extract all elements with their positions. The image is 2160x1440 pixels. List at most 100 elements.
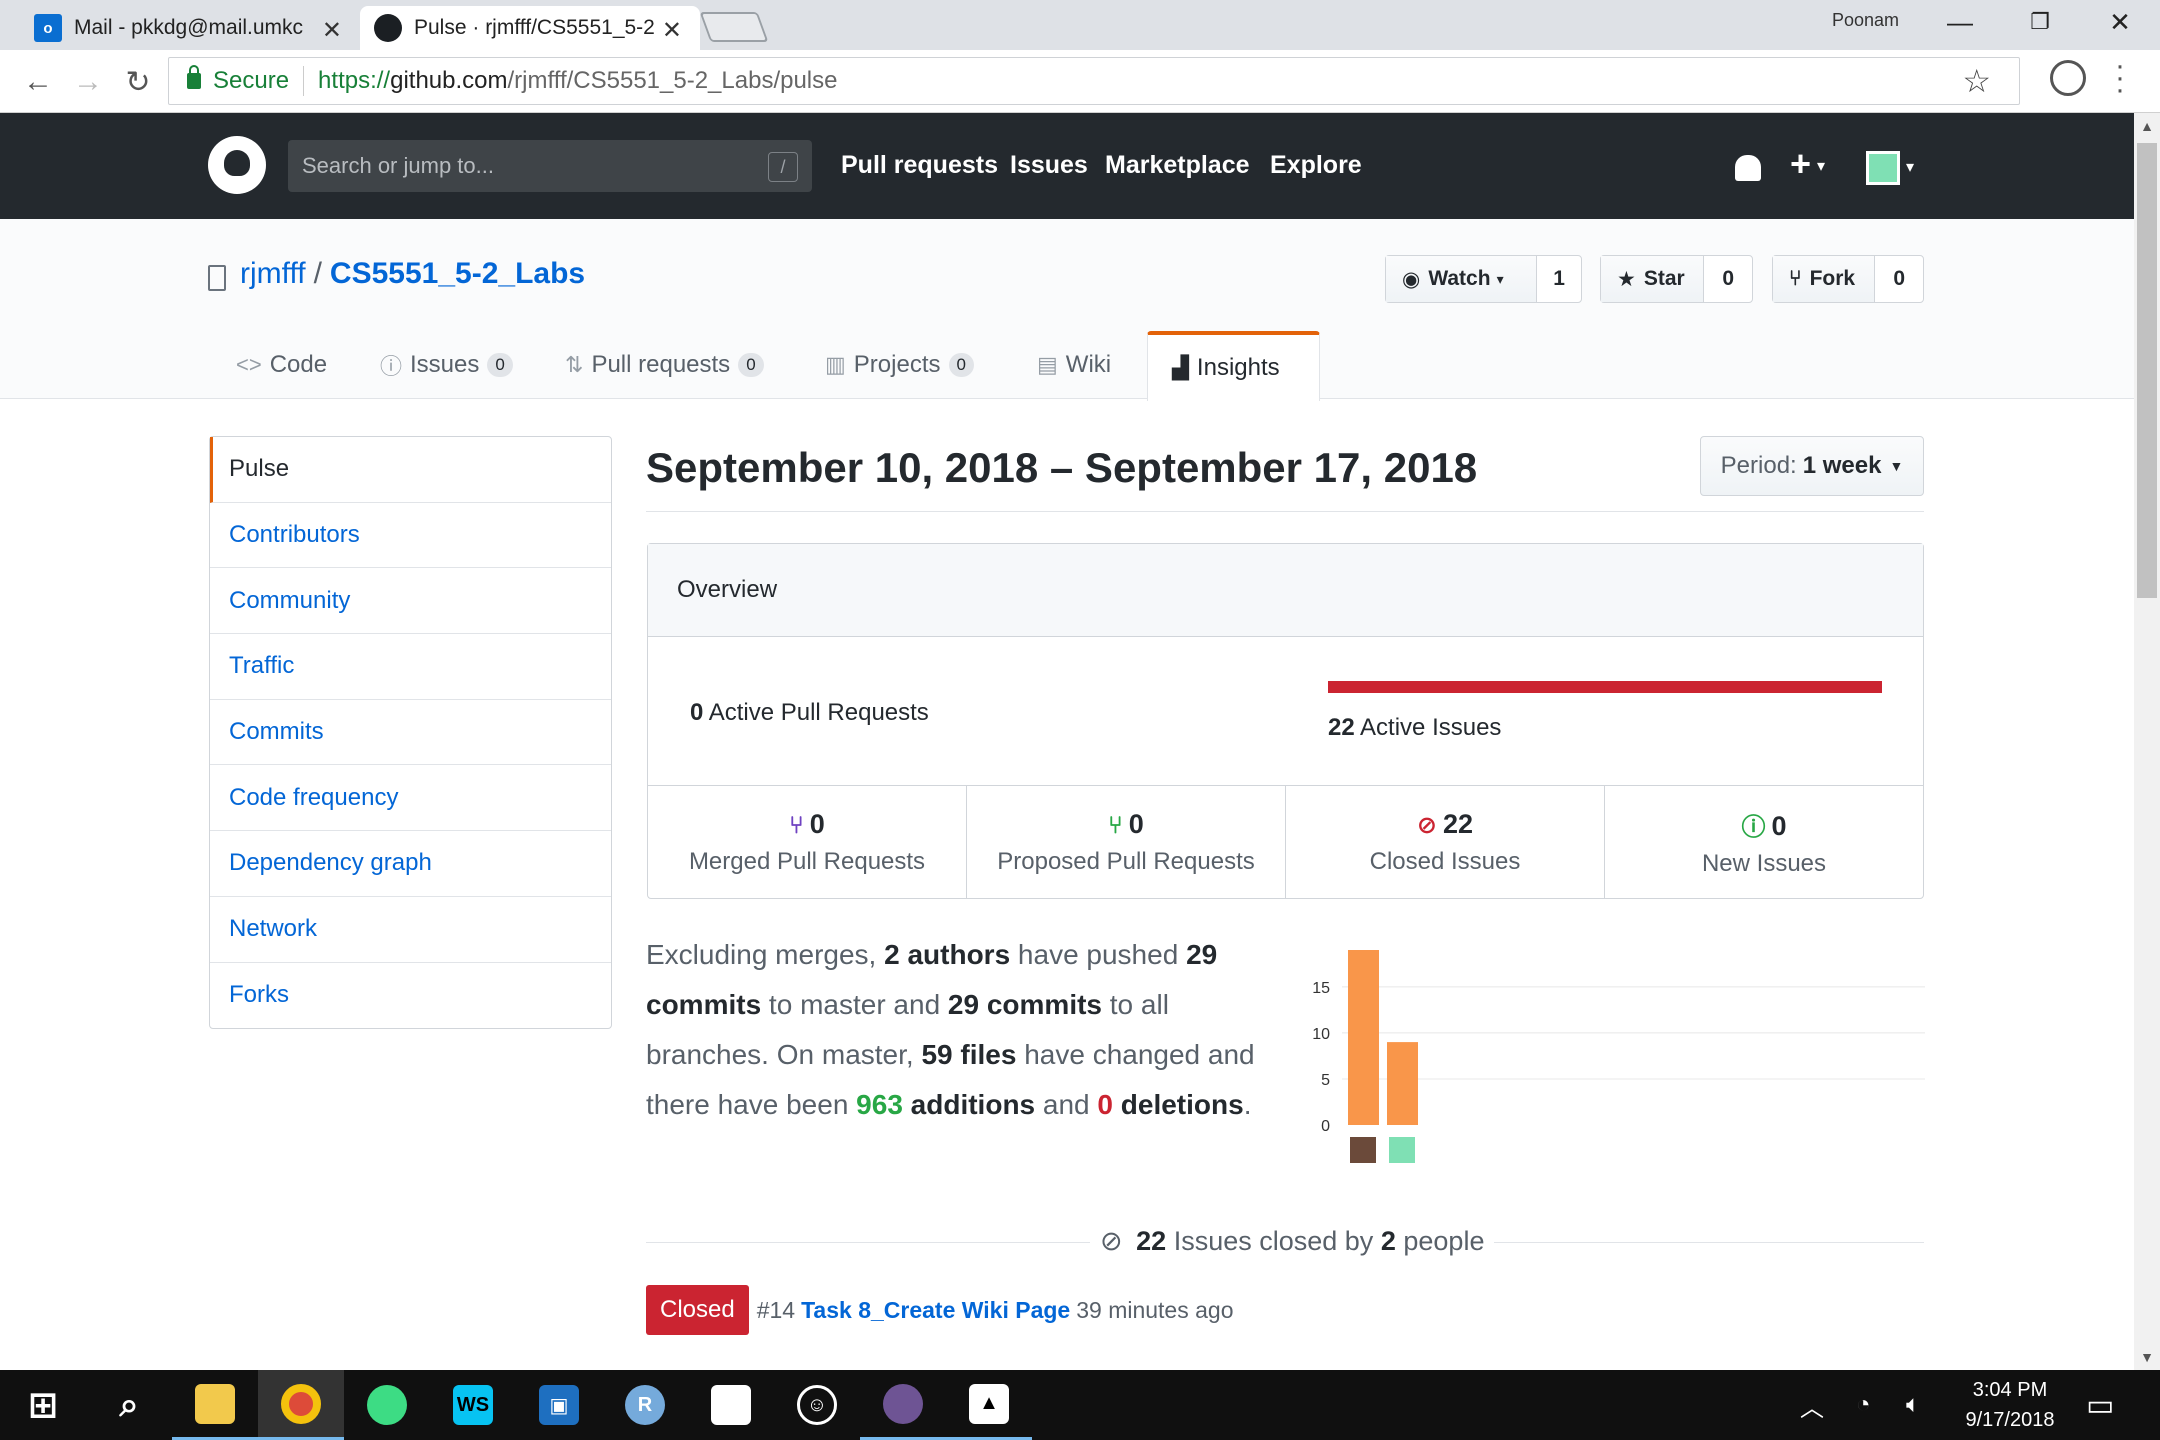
active-issues[interactable]: 22 Active Issues: [1328, 714, 1501, 742]
bell-icon[interactable]: [1735, 155, 1761, 181]
taskbar-rstudio[interactable]: R: [602, 1370, 688, 1440]
tab-label: Insights: [1196, 354, 1280, 381]
stat-merged-prs[interactable]: ⑂ 0 Merged Pull Requests: [648, 786, 967, 899]
back-arrow-icon[interactable]: ←: [18, 62, 58, 102]
taskbar-app[interactable]: ▣: [516, 1370, 602, 1440]
scrollbar-thumb[interactable]: [2137, 143, 2157, 598]
stat-new-issues[interactable]: ⓘ 0 New Issues: [1605, 786, 1923, 899]
minimize-button[interactable]: —: [1930, 2, 1990, 42]
tab-code[interactable]: <> Code: [236, 331, 327, 399]
watch-button[interactable]: ◉ Watch ▾: [1386, 256, 1538, 302]
scroll-down-arrow-icon[interactable]: ▼: [2134, 1344, 2160, 1370]
star-button[interactable]: ★ Star: [1601, 256, 1705, 302]
plus-icon: +: [1790, 143, 1812, 184]
sidebar-item-community[interactable]: Community: [210, 568, 611, 635]
nav-issues[interactable]: Issues: [1010, 151, 1088, 180]
tab-pull-requests[interactable]: ⇅ Pull requests 0: [565, 331, 764, 399]
address-bar[interactable]: Secure https://github.com/rjmfff/CS5551_…: [168, 57, 2020, 105]
wifi-icon[interactable]: ◔: [1856, 1370, 1871, 1440]
tab-counter: 0: [738, 353, 764, 377]
taskbar-search[interactable]: ⌕: [86, 1370, 172, 1440]
sidebar-item-traffic[interactable]: Traffic: [210, 634, 611, 700]
search-input[interactable]: [288, 140, 728, 192]
app-icon: ▣: [539, 1385, 579, 1425]
close-icon[interactable]: ✕: [322, 16, 342, 45]
overview-title: Overview: [648, 544, 1923, 637]
search-icon: ⌕: [119, 1385, 139, 1424]
stat-closed-issues[interactable]: ⊘ 22 Closed Issues: [1286, 786, 1605, 899]
additions-label: additions: [910, 1089, 1036, 1120]
tab-title: Mail - pkkdg@mail.umkc: [74, 16, 304, 39]
extension-icon[interactable]: [2050, 60, 2086, 96]
taskbar-github-desktop[interactable]: [860, 1370, 946, 1440]
sidebar-item-commits[interactable]: Commits: [210, 700, 611, 766]
taskbar-sticky-notes[interactable]: [688, 1370, 774, 1440]
nav-pull-requests[interactable]: Pull requests: [841, 151, 998, 180]
start-button[interactable]: ⊞: [0, 1370, 86, 1440]
tab-counter: 0: [487, 353, 513, 377]
caret-down-icon[interactable]: ▾: [1906, 157, 1914, 177]
page-scrollbar[interactable]: ▲ ▼: [2134, 113, 2160, 1370]
avatar[interactable]: [1866, 151, 1900, 185]
taskbar-android-studio[interactable]: [344, 1370, 430, 1440]
taskbar-file-explorer[interactable]: [172, 1370, 258, 1440]
tab-pulse[interactable]: Pulse · rjmfff/CS5551_5-2 ✕: [360, 6, 700, 50]
clock[interactable]: 3:04 PM 9/17/2018: [1960, 1370, 2060, 1440]
reload-icon[interactable]: ↻: [118, 62, 158, 102]
repo-owner-link[interactable]: rjmfff: [240, 257, 306, 290]
active-prs-count: 0: [690, 699, 704, 726]
taskbar-chrome[interactable]: [258, 1370, 344, 1440]
close-icon[interactable]: ✕: [662, 16, 682, 45]
notification-icon[interactable]: ▭: [2086, 1370, 2114, 1440]
close-window-button[interactable]: ✕: [2090, 2, 2150, 42]
period-dropdown[interactable]: Period: 1 week ▼: [1700, 436, 1924, 496]
new-tab-button[interactable]: [699, 12, 769, 42]
tab-label: Code: [269, 351, 328, 378]
forward-arrow-icon[interactable]: →: [68, 62, 108, 102]
fork-button[interactable]: ⑂ Fork: [1773, 256, 1876, 302]
nav-explore[interactable]: Explore: [1270, 151, 1362, 180]
closed-label: Closed Issues: [1369, 848, 1521, 875]
sidebar-item-network[interactable]: Network: [210, 897, 611, 963]
sidebar-item-pulse[interactable]: Pulse: [210, 437, 611, 503]
repo-name-link[interactable]: CS5551_5-2_Labs: [330, 257, 585, 290]
graph-icon: ▟: [1172, 355, 1189, 380]
tab-projects[interactable]: ▥ Projects 0: [825, 331, 974, 399]
search-box[interactable]: /: [288, 140, 812, 192]
show-hidden-icons-icon[interactable]: ︿: [1800, 1370, 1824, 1440]
sidebar-item-code-frequency[interactable]: Code frequency: [210, 765, 611, 832]
bookmark-star-icon[interactable]: ☆: [1962, 62, 1991, 100]
scroll-up-arrow-icon[interactable]: ▲: [2134, 113, 2160, 139]
webstorm-icon: WS: [453, 1385, 493, 1425]
star-button-group: ★ Star 0: [1600, 255, 1753, 303]
taskbar-webstorm[interactable]: WS: [430, 1370, 516, 1440]
taskbar-app[interactable]: ☺: [774, 1370, 860, 1440]
watch-count[interactable]: 1: [1537, 256, 1581, 302]
tab-issues[interactable]: ⓘ Issues 0: [380, 331, 513, 399]
active-pull-requests[interactable]: 0 Active Pull Requests: [690, 699, 929, 727]
merge-icon: ⑂: [789, 812, 804, 839]
profile-name[interactable]: Poonam: [1832, 10, 1899, 31]
volume-icon[interactable]: 🔈︎: [1906, 1370, 1920, 1440]
tab-insights[interactable]: ▟ Insights: [1147, 331, 1320, 401]
tab-wiki[interactable]: ▤ Wiki: [1037, 331, 1111, 399]
create-new-menu[interactable]: + ▾: [1790, 143, 1825, 185]
stat-proposed-prs[interactable]: ⑂ 0 Proposed Pull Requests: [967, 786, 1286, 899]
fork-count[interactable]: 0: [1875, 256, 1923, 302]
browser-menu-icon[interactable]: · · ·: [2110, 51, 2130, 105]
active-issues-label: Active Issues: [1360, 714, 1502, 741]
taskbar-photos[interactable]: ▲: [946, 1370, 1032, 1440]
issue-title-link[interactable]: Task 8_Create Wiki Page: [801, 1297, 1070, 1324]
nav-marketplace[interactable]: Marketplace: [1105, 151, 1250, 180]
github-logo-icon[interactable]: [208, 136, 266, 194]
star-count[interactable]: 0: [1704, 256, 1752, 302]
sidebar-item-dependency-graph[interactable]: Dependency graph: [210, 831, 611, 897]
tab-mail[interactable]: o Mail - pkkdg@mail.umkc ✕: [20, 6, 360, 50]
active-prs-label: Active Pull Requests: [708, 699, 929, 726]
book-icon: ▤: [1037, 352, 1058, 377]
sidebar-item-contributors[interactable]: Contributors: [210, 503, 611, 569]
restore-button[interactable]: ❐: [2010, 2, 2070, 42]
sticky-notes-icon: [711, 1385, 751, 1425]
sidebar-item-forks[interactable]: Forks: [210, 963, 611, 1029]
list-item: Closed #14 Task 8_Create Wiki Page 39 mi…: [646, 1285, 1234, 1335]
